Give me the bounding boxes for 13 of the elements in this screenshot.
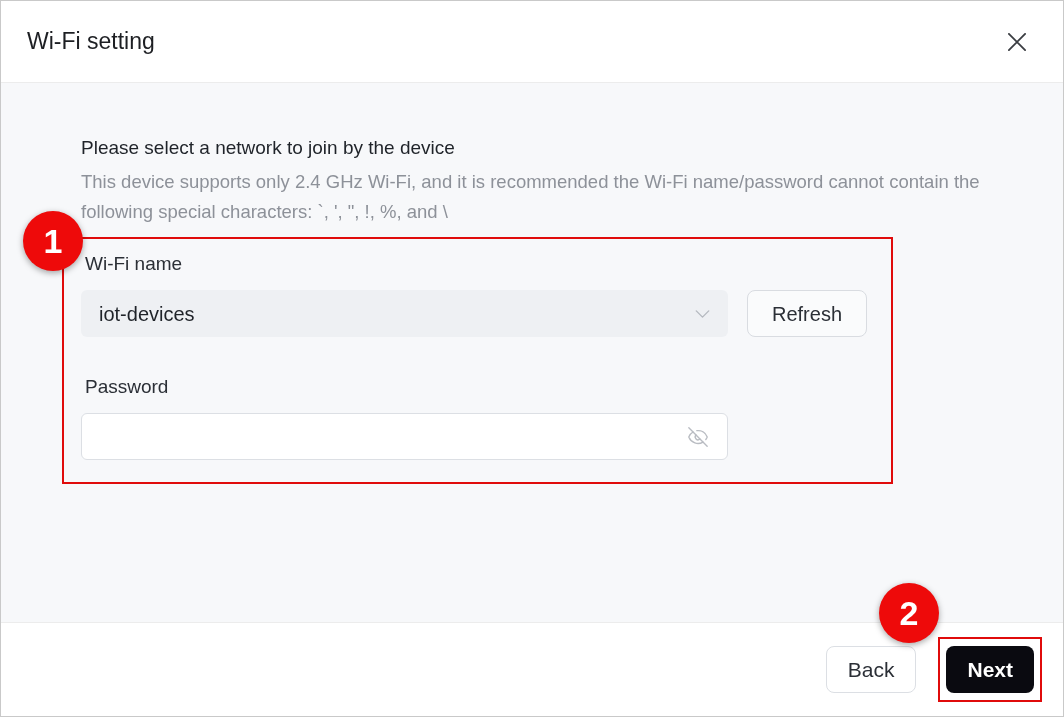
chevron-down-icon (695, 309, 710, 318)
field-label: Password (85, 376, 169, 398)
next-button[interactable]: Next (946, 646, 1034, 693)
back-button[interactable]: Back (825, 646, 917, 693)
refresh-button[interactable]: Refresh (747, 290, 867, 337)
network-dropdown[interactable]: iot-devices (81, 290, 728, 337)
dialog-title: Wi-Fi setting (27, 27, 155, 57)
field-label: Wi-Fi name (85, 253, 183, 275)
password-field[interactable] (81, 413, 728, 460)
close-icon[interactable] (1008, 32, 1026, 51)
eye-off-icon[interactable] (687, 425, 709, 448)
description-text: This device supports only 2.4 GHz Wi-Fi, and it is recommended the Wi-Fi name/password cannot contain the following special characters: `, ', ", !, %, and \ (81, 170, 981, 224)
section-heading: Please select a network to join by the device (81, 136, 455, 160)
